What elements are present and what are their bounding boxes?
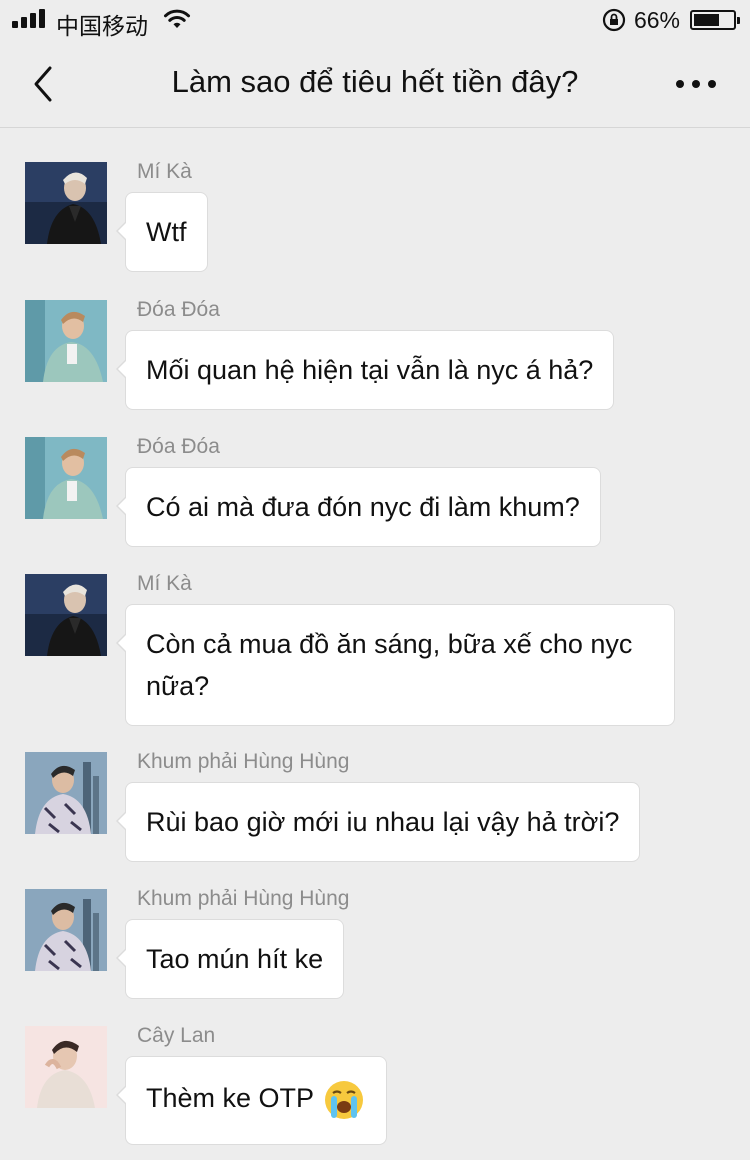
- message-bubble[interactable]: Thèm ke OTP: [115, 1056, 388, 1145]
- message-text: Rùi bao giờ mới iu nhau lại vậy hả trời?: [146, 807, 620, 837]
- nav-bar: Làm sao để tiêu hết tiền đây?: [0, 40, 750, 128]
- message-text: Còn cả mua đồ ăn sáng, bữa xế cho nyc nữ…: [146, 629, 633, 701]
- message-bubble[interactable]: Wtf: [116, 192, 208, 272]
- battery-fill: [694, 14, 719, 26]
- message-bubble[interactable]: Có ai mà đưa đón nyc đi làm khum?: [116, 467, 601, 547]
- more-horizontal-icon[interactable]: [674, 70, 718, 98]
- sender-name: Đóa Đóa: [137, 298, 220, 321]
- message-text: Thèm ke OTP: [146, 1083, 315, 1113]
- avatar[interactable]: [25, 162, 107, 244]
- avatar[interactable]: [25, 1026, 107, 1108]
- sender-name: Khum phải Hùng Hùng: [137, 887, 350, 910]
- rotation-lock-icon: [602, 8, 626, 32]
- chat-title: Làm sao để tiêu hết tiền đây?: [171, 64, 579, 99]
- message-bubble[interactable]: Tao mún hít ke: [115, 919, 345, 999]
- avatar[interactable]: [25, 889, 107, 971]
- battery-icon: [690, 10, 740, 30]
- message-bubble[interactable]: Rùi bao giờ mới iu nhau lại vậy hả trời?: [115, 782, 641, 862]
- crying-face-icon: [325, 1080, 364, 1119]
- sender-name: Khum phải Hùng Hùng: [137, 750, 350, 773]
- message-bubble[interactable]: Còn cả mua đồ ăn sáng, bữa xế cho nyc nữ…: [116, 604, 675, 726]
- sender-name: Đóa Đóa: [137, 435, 220, 458]
- sender-name: Mí Kà: [137, 160, 192, 183]
- status-bar: 中国移动 66%: [0, 0, 750, 40]
- avatar[interactable]: [25, 300, 107, 382]
- signal-icon: [12, 9, 48, 30]
- battery-percent: 66%: [633, 6, 680, 33]
- carrier-name: 中国移动: [56, 13, 148, 39]
- message-bubble[interactable]: Mối quan hệ hiện tại vẫn là nyc á hả?: [115, 330, 615, 410]
- sender-name: Mí Kà: [137, 572, 192, 595]
- avatar[interactable]: [25, 752, 107, 834]
- message-list[interactable]: Mí Kà Wtf Đóa Đóa Mối quan hệ hiện tại v…: [0, 129, 750, 1160]
- message-text: Có ai mà đưa đón nyc đi làm khum?: [146, 492, 580, 522]
- message-text: Tao mún hít ke: [146, 944, 324, 974]
- sender-name: Cây Lan: [137, 1024, 216, 1047]
- avatar[interactable]: [25, 437, 107, 519]
- message-text: Mối quan hệ hiện tại vẫn là nyc á hả?: [146, 355, 594, 385]
- wifi-icon: [164, 9, 190, 28]
- message-text: Wtf: [146, 217, 187, 247]
- avatar[interactable]: [25, 574, 107, 656]
